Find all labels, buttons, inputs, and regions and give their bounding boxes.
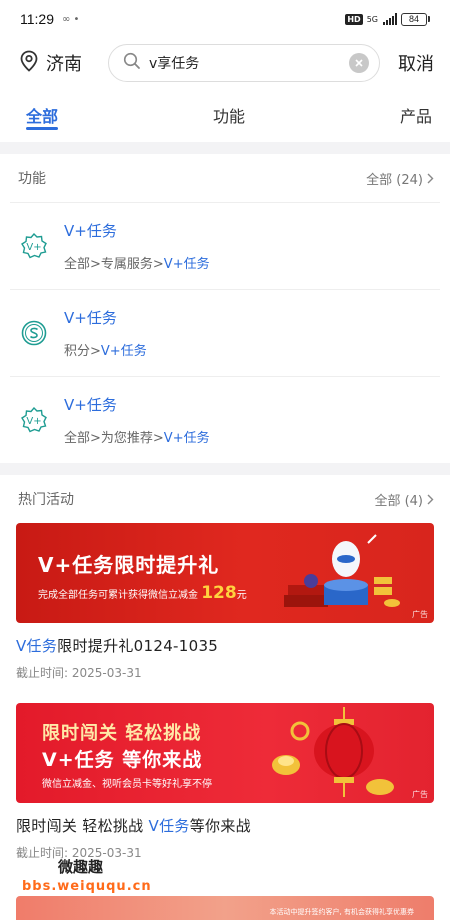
watermark-brand: 微趣趣: [58, 858, 104, 876]
functions-section-header: 功能 全部 (24): [0, 154, 450, 202]
s-circle-icon: [20, 319, 48, 347]
tab-products[interactable]: 产品: [400, 88, 432, 142]
mascot-illustration: [284, 534, 400, 607]
city-label: 济南: [46, 54, 82, 75]
ad-label: 广告: [412, 610, 428, 619]
signal-icon: [383, 13, 397, 25]
function-path: 全部>为您推荐>V+任务: [64, 431, 210, 446]
search-input[interactable]: [149, 55, 341, 71]
status-time: 11:29: [20, 11, 54, 27]
activity-title: V任务限时提升礼0124-1035: [16, 637, 219, 655]
activity-banner[interactable]: V+任务限时提升礼 完成全部任务可累计获得微信立减金 128元 广告: [16, 523, 434, 623]
search-header: 济南 取消: [0, 38, 450, 88]
v-plus-badge-icon: V+: [20, 406, 48, 434]
activities-section-header: 热门活动 全部 (4): [0, 475, 450, 523]
function-path: 积分>V+任务: [64, 344, 147, 359]
status-bar: 11:29 ∞ • HD 5G 84: [0, 0, 450, 38]
function-name: V+任务: [64, 309, 117, 327]
chevron-right-icon: [427, 494, 434, 504]
view-all-label: 全部 (24): [366, 172, 423, 188]
banner-title: 限时闯关 轻松挑战: [42, 723, 202, 744]
svg-text:V+: V+: [26, 416, 41, 427]
chevron-right-icon: [427, 173, 434, 183]
ad-label: 广告: [412, 790, 428, 799]
banner-subtitle: V+任务 等你来战: [42, 749, 203, 771]
function-item[interactable]: V+ V+任务 全部>为您推荐>V+任务: [10, 376, 440, 463]
result-tabs: 全部 功能 产品: [0, 88, 450, 142]
activity-banner[interactable]: 限时闯关 轻松挑战 V+任务 等你来战 微信立减金、视听会员卡等好礼享不停 广告: [16, 703, 434, 803]
hd-icon: HD: [345, 13, 363, 25]
tab-functions[interactable]: 功能: [213, 88, 245, 142]
status-notification-icons: ∞ •: [62, 13, 80, 25]
svg-text:V+: V+: [26, 242, 41, 253]
banner-caption: 本活动中提升签约客户, 有机会获得礼享优惠券: [269, 908, 414, 916]
activity-card[interactable]: V+任务限时提升礼 完成全部任务可累计获得微信立减金 128元 广告 V任务限时…: [16, 523, 434, 703]
tab-all[interactable]: 全部: [26, 88, 59, 142]
view-all-label: 全部 (4): [374, 493, 423, 509]
battery-level: 84: [401, 12, 427, 26]
next-activity-banner[interactable]: 本活动中提升签约客户, 有机会获得礼享优惠券: [16, 896, 434, 920]
watermark-url: bbs.weiququ.cn: [22, 879, 152, 894]
section-title: 功能: [18, 171, 46, 187]
search-box[interactable]: [108, 44, 380, 82]
battery-icon: 84: [401, 12, 430, 26]
v-plus-badge-icon: V+: [20, 232, 48, 260]
hot-activities-section: 热门活动 全部 (4) V+任务限时提升礼 完成全部任务可累计获得微信立减金 1…: [0, 475, 450, 920]
site-watermark: 微趣趣 bbs.weiququ.cn: [22, 856, 152, 894]
function-item[interactable]: V+ V+任务 全部>专属服务>V+任务: [10, 202, 440, 289]
location-selector[interactable]: 济南: [20, 50, 108, 76]
function-name: V+任务: [64, 222, 117, 240]
cancel-button[interactable]: 取消: [398, 50, 434, 76]
function-path: 全部>专属服务>V+任务: [64, 257, 210, 272]
section-title: 热门活动: [18, 492, 74, 508]
activity-deadline: 截止时间: 2025-03-31: [16, 666, 142, 680]
activities-view-all-link[interactable]: 全部 (4): [374, 490, 434, 509]
function-item[interactable]: V+任务 积分>V+任务: [10, 289, 440, 376]
clear-search-icon[interactable]: [349, 53, 369, 73]
functions-view-all-link[interactable]: 全部 (24): [366, 169, 434, 188]
lantern-illustration: [272, 707, 394, 797]
functions-section: 功能 全部 (24) V+ V+任务 全部>专属服务>V+任务 V+任务 积分>…: [0, 154, 450, 463]
banner-subtitle: 完成全部任务可累计获得微信立减金 128元: [38, 583, 247, 603]
banner-description: 微信立减金、视听会员卡等好礼享不停: [42, 779, 212, 790]
activity-title: 限时闯关 轻松挑战 V任务等你来战: [16, 817, 251, 835]
search-icon: [123, 52, 141, 74]
function-name: V+任务: [64, 396, 117, 414]
banner-title: V+任务限时提升礼: [38, 553, 220, 577]
network-type: 5G: [366, 14, 378, 24]
search-results-page: 11:29 ∞ • HD 5G 84 济南 v享任务 取消 全部 功能 产品 功…: [0, 0, 450, 920]
location-pin-icon: [20, 50, 38, 76]
